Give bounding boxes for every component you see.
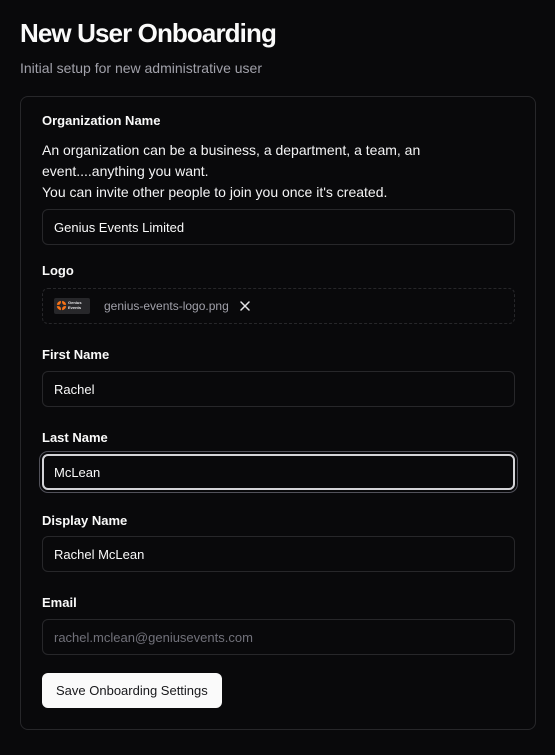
email-input[interactable]: [42, 619, 515, 655]
last-name-input[interactable]: [42, 454, 515, 490]
page-title: New User Onboarding: [20, 18, 277, 48]
genius-events-logo-icon: [56, 300, 67, 311]
save-onboarding-settings-button[interactable]: Save Onboarding Settings: [42, 673, 222, 708]
logo-thumbnail-text: Genius Events: [68, 300, 82, 310]
organization-name-label: Organization Name: [42, 113, 161, 128]
logo-label: Logo: [42, 263, 74, 278]
last-name-label: Last Name: [42, 430, 108, 445]
logo-file-name: genius-events-logo.png: [104, 299, 229, 313]
remove-logo-button[interactable]: [236, 297, 254, 315]
first-name-input[interactable]: [42, 371, 515, 407]
logo-thumbnail: Genius Events: [54, 298, 90, 314]
email-label: Email: [42, 595, 77, 610]
display-name-label: Display Name: [42, 513, 128, 528]
organization-description: An organization can be a business, a dep…: [42, 140, 462, 203]
close-icon: [240, 301, 250, 311]
organization-name-input[interactable]: [42, 209, 515, 245]
first-name-label: First Name: [42, 347, 110, 362]
onboarding-form-card: Organization Name An organization can be…: [20, 96, 536, 730]
organization-description-line-2: You can invite other people to join you …: [42, 184, 388, 200]
organization-description-line-1: An organization can be a business, a dep…: [42, 142, 421, 179]
page-subtitle: Initial setup for new administrative use…: [20, 60, 262, 76]
display-name-input[interactable]: [42, 536, 515, 572]
logo-upload-field[interactable]: Genius Events genius-events-logo.png: [42, 288, 515, 324]
